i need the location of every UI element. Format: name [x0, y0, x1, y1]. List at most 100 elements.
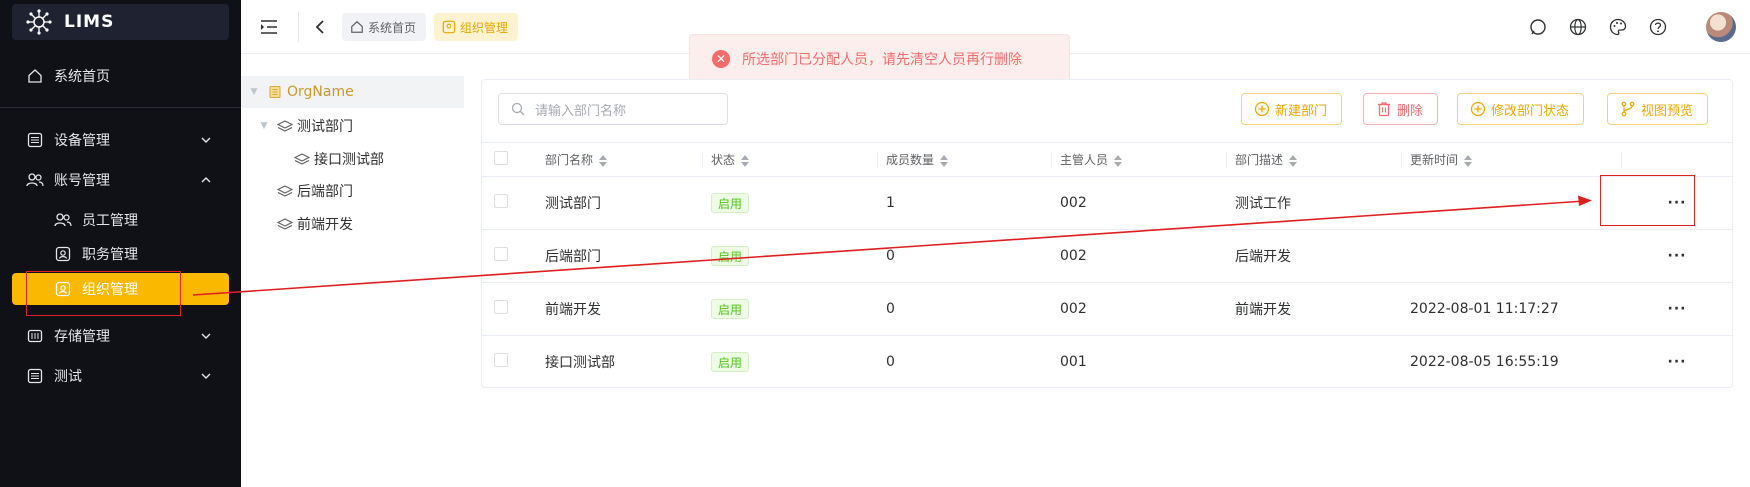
button-label: 视图预览: [1641, 103, 1694, 119]
tree-node-test-dept[interactable]: ▼ 测试部门: [259, 110, 353, 142]
sidebar-item-label: 员工管理: [82, 213, 138, 229]
back-icon[interactable]: [310, 17, 330, 37]
tree-node-label: 前端开发: [297, 217, 353, 233]
header-divider: [298, 12, 299, 42]
sidebar-item-label: 存储管理: [54, 329, 110, 345]
status-badge: 启用: [711, 352, 750, 373]
tree-node-label: OrgName: [287, 84, 354, 100]
building-icon: [267, 84, 283, 100]
sidebar-item-label: 账号管理: [54, 173, 110, 189]
button-label: 新建部门: [1275, 103, 1328, 119]
sidebar-item-label: 系统首页: [54, 69, 110, 85]
status-badge: 启用: [711, 299, 750, 319]
cell-manager: 001: [1060, 354, 1087, 371]
cell-name: 后端部门: [537, 229, 703, 283]
search-placeholder: 请输入部门名称: [535, 103, 627, 119]
logo-icon: [26, 9, 52, 35]
user-card-icon: [54, 245, 72, 263]
sort-icon[interactable]: [741, 154, 750, 167]
sidebar: LIMS 系统首页 设备管理 账号管理 员工管理 职务管理 组织管理 存储管理 …: [0, 0, 241, 487]
tree-node-frontend[interactable]: 前端开发: [277, 208, 353, 240]
button-label: 修改部门状态: [1491, 103, 1570, 119]
status-badge: 启用: [711, 193, 750, 213]
search-icon: [511, 102, 525, 116]
col-header-name[interactable]: 部门名称: [537, 142, 703, 177]
more-actions-icon[interactable]: ···: [1668, 354, 1687, 370]
col-header-description[interactable]: 部门描述: [1227, 142, 1402, 177]
tree-node-api-test[interactable]: 接口测试部: [294, 143, 384, 175]
tree-node-root[interactable]: ▼ OrgName: [241, 76, 464, 108]
palette-icon[interactable]: [1608, 17, 1628, 37]
more-actions-icon[interactable]: ···: [1668, 248, 1687, 264]
cell-name: 前端开发: [537, 282, 703, 336]
annotation-highlight-box: [26, 271, 181, 316]
row-checkbox[interactable]: [494, 353, 508, 368]
cell-name: 接口测试部: [545, 355, 615, 372]
sort-icon[interactable]: [1289, 154, 1298, 167]
sort-icon[interactable]: [940, 154, 949, 167]
sort-icon[interactable]: [1114, 154, 1123, 167]
select-all-checkbox[interactable]: [494, 151, 508, 165]
sort-icon[interactable]: [599, 154, 608, 167]
menu-fold-icon[interactable]: [259, 17, 279, 37]
col-header-updated[interactable]: 更新时间: [1402, 142, 1622, 177]
sidebar-item-staff[interactable]: 员工管理: [12, 204, 229, 236]
column-label: 主管人员: [1060, 153, 1109, 167]
help-icon[interactable]: [1648, 17, 1668, 37]
users-icon: [54, 211, 72, 229]
home-icon: [26, 67, 44, 85]
tab-organization[interactable]: 组织管理: [434, 13, 519, 41]
cell-description: [1227, 336, 1402, 389]
tab-label: 系统首页: [368, 20, 417, 35]
table-row[interactable]: 后端部门 启用 0 002 后端开发 ···: [482, 229, 1732, 283]
chevron-up-icon: [201, 177, 211, 183]
sidebar-item-account[interactable]: 账号管理: [12, 164, 229, 196]
sidebar-item-equipment[interactable]: 设备管理: [12, 124, 229, 156]
list-box-icon: [26, 131, 44, 149]
sort-icon[interactable]: [1464, 154, 1473, 167]
sidebar-item-position[interactable]: 职务管理: [12, 238, 229, 270]
col-header-status[interactable]: 状态: [703, 142, 878, 177]
cell-updated: 2022-08-01 11:17:27: [1402, 282, 1622, 336]
select-all-cell[interactable]: [482, 142, 537, 177]
home-icon: [350, 20, 364, 34]
delete-button[interactable]: 删除: [1363, 93, 1439, 125]
row-checkbox[interactable]: [494, 300, 508, 314]
sidebar-item-label: 测试: [54, 369, 82, 385]
change-status-button[interactable]: 修改部门状态: [1457, 93, 1585, 125]
app-logo[interactable]: LIMS: [12, 4, 229, 40]
message-icon[interactable]: [1528, 17, 1548, 37]
cell-description: 测试工作: [1227, 176, 1402, 230]
column-label: 部门描述: [1235, 153, 1284, 167]
col-header-manager[interactable]: 主管人员: [1052, 142, 1227, 177]
sidebar-item-test[interactable]: 测试: [12, 360, 229, 392]
sidebar-item-storage[interactable]: 存储管理: [12, 320, 229, 352]
table-row[interactable]: 接口测试部 启用 0 001 2022-08-05 16:55:19 ···: [482, 336, 1732, 389]
department-table-card: 请输入部门名称 新建部门 删除 修改部门状态 视图预览 部门名称 状态 成员数量…: [481, 79, 1733, 388]
row-checkbox[interactable]: [494, 247, 508, 261]
tree-node-label: 测试部门: [297, 119, 353, 135]
sidebar-item-home[interactable]: 系统首页: [12, 60, 229, 92]
more-actions-icon[interactable]: ···: [1668, 301, 1687, 317]
user-avatar[interactable]: [1706, 12, 1736, 42]
cell-manager: 002: [1052, 282, 1227, 336]
col-header-members[interactable]: 成员数量: [878, 142, 1052, 177]
tree-node-backend[interactable]: 后端部门: [277, 175, 353, 207]
new-department-button[interactable]: 新建部门: [1241, 93, 1343, 125]
cell-manager: 002: [1052, 176, 1227, 230]
table-row[interactable]: 前端开发 启用 0 002 前端开发 2022-08-01 11:17:27 ·…: [482, 282, 1732, 336]
app-name: LIMS: [64, 12, 115, 32]
globe-icon[interactable]: [1568, 17, 1588, 37]
table-row[interactable]: 测试部门 启用 1 002 测试工作 ···: [482, 176, 1732, 230]
column-label: 部门名称: [545, 153, 594, 167]
search-input[interactable]: 请输入部门名称: [498, 93, 728, 125]
column-label: 状态: [711, 153, 736, 167]
caret-down-icon: ▼: [260, 121, 268, 131]
row-checkbox[interactable]: [494, 194, 508, 208]
branch-icon: [1620, 101, 1636, 117]
tab-home[interactable]: 系统首页: [342, 13, 427, 41]
view-preview-button[interactable]: 视图预览: [1607, 93, 1709, 125]
layers-icon: [277, 118, 293, 134]
annotation-highlight-box: [1600, 175, 1695, 226]
cell-updated: [1402, 229, 1622, 283]
